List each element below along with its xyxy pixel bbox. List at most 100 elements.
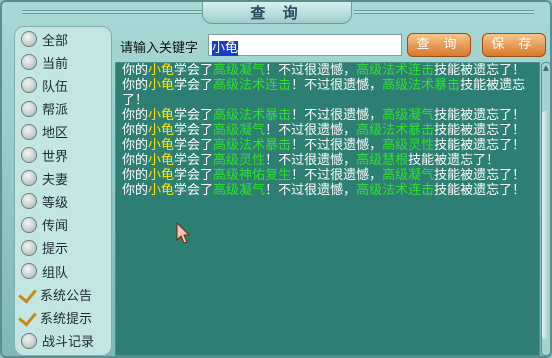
channel-option-4[interactable]: 地区 — [21, 122, 68, 142]
channel-option-label: 世界 — [42, 149, 69, 165]
log-entry-pet: 小龟 — [148, 123, 175, 138]
checkmark-icon[interactable] — [21, 309, 37, 325]
radio-button-icon[interactable] — [21, 31, 37, 47]
channel-option-label: 夫妻 — [42, 172, 69, 188]
log-entry-p2: 学会了 — [174, 78, 214, 93]
log-entry-p2: 学会了 — [174, 123, 214, 138]
log-entry-p1: 你的 — [122, 123, 149, 138]
log-entry-p4: 技能被遗忘了！ — [434, 183, 526, 198]
channel-option-5[interactable]: 世界 — [21, 145, 68, 165]
channel-option-8[interactable]: 传闻 — [21, 215, 68, 235]
query-button[interactable]: 查 询 — [407, 33, 471, 57]
search-label: 请输入关键字 — [120, 41, 199, 56]
channel-option-label: 当前 — [42, 56, 69, 72]
log-entry-skill1: 高级法术连击 — [213, 78, 292, 93]
radio-button-icon[interactable] — [21, 123, 37, 140]
channel-filter-sidebar: 全部当前队伍帮派地区世界夫妻等级传闻提示组队系统公告系统提示战斗记录 — [14, 26, 112, 356]
radio-button-icon[interactable] — [21, 170, 37, 187]
log-entry-p3: ！不过很遗憾， — [291, 168, 383, 183]
log-entry-p2: 学会了 — [174, 108, 214, 123]
mouse-pointer-icon — [176, 222, 191, 244]
log-entry: 你的小龟学会了高级凝气！不过很遗憾，高级法术连击技能被遗忘了！ — [116, 183, 536, 198]
radio-button-icon[interactable] — [21, 193, 37, 210]
search-input[interactable]: 小龟 — [208, 34, 402, 56]
log-entry-p2: 学会了 — [174, 168, 214, 183]
log-entry-p4: 技能被遗忘了！ — [434, 123, 526, 138]
log-entry-skill1: 高级灵性 — [213, 153, 266, 168]
log-entry-skill2: 高级法术连击 — [356, 183, 435, 198]
log-entry-p3: ！不过很遗憾， — [291, 78, 383, 93]
log-entry-p2: 学会了 — [174, 183, 214, 198]
channel-option-3[interactable]: 帮派 — [21, 99, 68, 119]
radio-button-icon[interactable] — [21, 263, 37, 279]
log-entry-pet: 小龟 — [148, 138, 175, 153]
log-entry-skill1: 高级法术暴击 — [213, 108, 292, 123]
log-entry-skill2: 高级慧根 — [356, 153, 409, 168]
scroll-up-arrow-icon[interactable]: ▲ — [542, 63, 550, 73]
log-entry-skill2: 高级凝气 — [382, 108, 435, 123]
radio-button-icon[interactable] — [21, 54, 37, 71]
log-entry-p3: ！不过很遗憾， — [291, 108, 383, 123]
channel-option-11[interactable]: 系统公告 — [21, 284, 92, 304]
log-entry: 你的小龟学会了高级法术连击！不过很遗憾，高级法术暴击技能被遗忘了！ — [116, 78, 536, 108]
title-decoration-right — [354, 10, 534, 14]
radio-button-icon[interactable] — [21, 216, 37, 233]
channel-option-12[interactable]: 系统提示 — [21, 307, 92, 327]
log-entry-p1: 你的 — [122, 138, 149, 153]
channel-option-label: 等级 — [42, 195, 69, 211]
radio-button-icon[interactable] — [21, 77, 37, 94]
channel-option-9[interactable]: 提示 — [21, 238, 68, 258]
search-input-value: 小龟 — [212, 41, 239, 56]
channel-option-label: 全部 — [42, 33, 69, 49]
channel-option-6[interactable]: 夫妻 — [21, 168, 68, 188]
log-entry-pet: 小龟 — [148, 63, 175, 78]
log-entry-skill2: 高级灵性 — [382, 138, 435, 153]
log-entry-p4: 技能被遗忘了！ — [434, 63, 526, 78]
channel-option-label: 地区 — [42, 126, 69, 142]
log-entry-pet: 小龟 — [148, 153, 175, 168]
log-entry-skill2: 高级凝气 — [382, 168, 435, 183]
log-entry: 你的小龟学会了高级灵性！不过很遗憾，高级慧根技能被遗忘了！ — [116, 153, 536, 168]
log-entry-skill1: 高级凝气 — [213, 123, 266, 138]
log-entry-p4: 技能被遗忘了！ — [434, 108, 526, 123]
log-entry: 你的小龟学会了高级法术暴击！不过很遗憾，高级灵性技能被遗忘了！ — [116, 138, 536, 153]
log-entry: 你的小龟学会了高级凝气！不过很遗憾，高级法术暴击技能被遗忘了！ — [116, 123, 536, 138]
log-entry: 你的小龟学会了高级法术暴击！不过很遗憾，高级凝气技能被遗忘了！ — [116, 108, 536, 123]
channel-option-label: 系统提示 — [40, 311, 93, 327]
channel-option-label: 帮派 — [42, 103, 69, 119]
radio-button-icon[interactable] — [21, 332, 37, 349]
channel-option-2[interactable]: 队伍 — [21, 75, 68, 95]
log-entry-p2: 学会了 — [174, 138, 214, 153]
channel-option-7[interactable]: 等级 — [21, 191, 68, 211]
main-panel: 请输入关键字 小龟 查 询 保 存 你的小龟学会了高级凝气！不过很遗憾，高级法术… — [115, 26, 551, 356]
log-entry-p4: 技能被遗忘了！ — [434, 138, 526, 153]
save-button[interactable]: 保 存 — [482, 33, 546, 57]
channel-option-10[interactable]: 组队 — [21, 261, 68, 281]
checkmark-icon[interactable] — [21, 286, 37, 302]
log-entry-p3: ！不过很遗憾， — [265, 183, 357, 198]
query-window: 查 询 全部当前队伍帮派地区世界夫妻等级传闻提示组队系统公告系统提示战斗记录 请… — [0, 0, 552, 358]
log-entry-p2: 学会了 — [174, 63, 214, 78]
log-scrollbar[interactable]: ▲ — [541, 62, 551, 356]
radio-button-icon[interactable] — [21, 100, 37, 117]
log-entry-skill1: 高级法术暴击 — [213, 138, 292, 153]
log-entry-p4: 技能被遗忘了！ — [408, 153, 500, 168]
channel-option-1[interactable]: 当前 — [21, 52, 68, 72]
window-title-tab: 查 询 — [202, 2, 352, 24]
channel-option-0[interactable]: 全部 — [21, 29, 68, 49]
log-entry-skill1: 高级凝气 — [213, 183, 266, 198]
log-entry-p3: ！不过很遗憾， — [265, 63, 357, 78]
radio-button-icon[interactable] — [21, 239, 37, 256]
channel-option-13[interactable]: 战斗记录 — [21, 331, 94, 351]
log-entry-p1: 你的 — [122, 153, 149, 168]
log-entry: 你的小龟学会了高级神佑复生！不过很遗憾，高级凝气技能被遗忘了！ — [116, 168, 536, 183]
log-entry-skill1: 高级凝气 — [213, 63, 266, 78]
log-entry-skill2: 高级法术暴击 — [382, 78, 461, 93]
log-entry-p1: 你的 — [122, 78, 149, 93]
channel-option-label: 提示 — [42, 242, 69, 258]
window-title: 查 询 — [250, 4, 304, 22]
scroll-thumb[interactable] — [542, 111, 550, 339]
radio-button-icon[interactable] — [21, 147, 37, 163]
channel-option-label: 组队 — [42, 265, 69, 281]
log-entry-p1: 你的 — [122, 168, 149, 183]
